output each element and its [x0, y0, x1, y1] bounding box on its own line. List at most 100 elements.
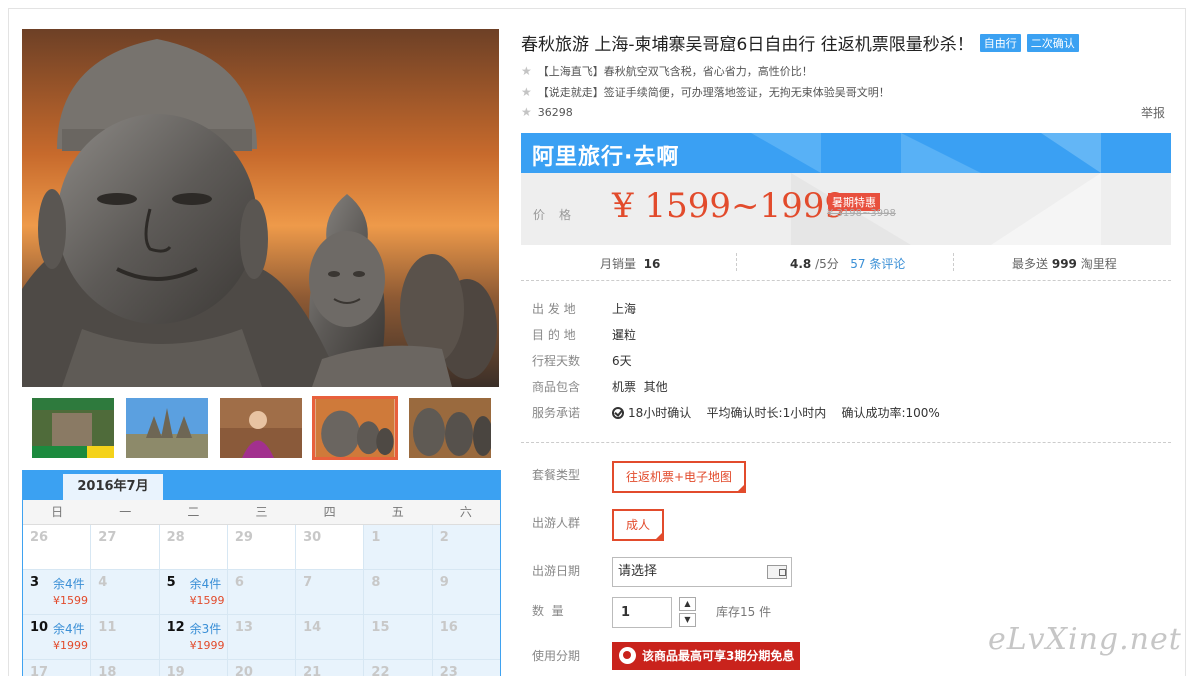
tag-free-travel: 自由行 — [979, 34, 1021, 52]
price-label: 价格 — [533, 208, 586, 222]
quantity-label: 数 量 — [532, 604, 564, 618]
thumbnail-stone-faces[interactable] — [312, 396, 398, 460]
divider — [521, 442, 1171, 443]
day-number: 6 — [234, 575, 244, 590]
day-number: 13 — [234, 620, 253, 635]
info-destination: 目 的 地暹粒 — [532, 328, 637, 342]
day-number: 16 — [439, 620, 458, 635]
calendar-day-available[interactable]: 5 余4件 ¥1599 — [159, 570, 228, 615]
thumbnail-strip — [22, 392, 499, 464]
watermark: eLvXing.net — [988, 622, 1182, 657]
weekday-label: 四 — [323, 505, 336, 519]
package-option-flight-map[interactable]: 往返机票+电子地图 — [612, 461, 747, 493]
day-number: 17 — [30, 665, 49, 676]
thumbnail-angkor-wat[interactable] — [126, 398, 208, 458]
calendar-header: 2016年7月 — [23, 470, 500, 500]
day-number: 1 — [371, 530, 381, 545]
weekday-label: 二 — [187, 505, 200, 519]
weekday-label: 六 — [459, 505, 472, 519]
day-stock: 余4件 — [53, 622, 85, 636]
installment-icon — [619, 647, 636, 664]
calendar-day: 30 — [296, 525, 365, 570]
view-count: ★ 36298 — [521, 105, 573, 119]
day-number: 29 — [234, 530, 253, 545]
report-link[interactable]: 举报 — [1141, 104, 1165, 121]
calendar-month-tab[interactable]: 2016年7月 — [63, 474, 163, 500]
calendar-day-available[interactable]: 10 余4件 ¥1999 — [23, 615, 92, 660]
monthly-sales: 月销量 16 — [600, 257, 661, 271]
day-number: 15 — [371, 620, 390, 635]
info-departure: 出 发 地上海 — [532, 302, 637, 316]
quantity-increase-button[interactable]: ▲ — [679, 597, 696, 611]
travel-date-input[interactable]: 请选择 — [612, 557, 792, 587]
installment-button[interactable]: 该商品最高可享3期分期免息 — [612, 642, 800, 670]
banner-text: 阿里旅行·去啊 — [532, 145, 680, 170]
travel-date-label: 出游日期 — [532, 564, 581, 578]
calendar-day: 26 — [23, 525, 92, 570]
calendar-day-available[interactable]: 3 余4件 ¥1599 — [23, 570, 92, 615]
calendar-day: 13 — [227, 615, 297, 660]
quantity-decrease-button[interactable]: ▼ — [679, 613, 696, 627]
calendar-day-available[interactable]: 12 余3件 ¥1999 — [159, 615, 228, 660]
calendar-day: 22 — [364, 660, 433, 676]
thumbnail-girl-in-purple[interactable] — [220, 398, 302, 458]
day-number: 2 — [439, 530, 449, 545]
calendar-day: 29 — [227, 525, 297, 570]
info-includes: 商品包含 机票 其他 — [532, 380, 668, 394]
calendar-day: 6 — [227, 570, 297, 615]
main-product-image — [22, 29, 499, 387]
info-service-promise: 服务承诺 18小时确认 平均确认时长:1小时内 确认成功率:100% — [532, 406, 940, 420]
day-number: 12 — [166, 620, 185, 635]
price-range: ¥ 1599~1999 — [612, 186, 846, 226]
day-price: ¥1999 — [189, 639, 225, 652]
day-price: ¥1599 — [53, 594, 88, 607]
calendar-icon[interactable] — [767, 565, 787, 579]
reviews-link[interactable]: 57 条评论 — [850, 257, 905, 271]
quantity-input[interactable]: 1 — [612, 597, 672, 628]
mileage-reward: 最多送 999 淘里程 — [1012, 257, 1117, 271]
calendar-day: 21 — [296, 660, 365, 676]
stock-count: 库存15 件 — [716, 605, 772, 619]
calendar-day: 9 — [432, 570, 500, 615]
day-number: 18 — [98, 665, 117, 676]
traveler-type-label: 出游人群 — [532, 516, 581, 530]
day-number: 8 — [371, 575, 381, 590]
day-number: 23 — [439, 665, 458, 676]
day-number: 21 — [303, 665, 322, 676]
check-icon — [612, 407, 624, 419]
sales-stats: 月销量 16 4.8 /5分 57 条评论 最多送 999 淘里程 — [521, 247, 1171, 281]
day-number: 5 — [166, 575, 176, 590]
day-price: ¥1599 — [189, 594, 225, 607]
day-price: ¥1999 — [53, 639, 88, 652]
calendar-week-row: 17 18 19 20 21 22 23 — [23, 660, 500, 676]
tag-second-confirm: 二次确认 — [1026, 34, 1079, 52]
price-box: 价格 ¥ 1599~1999 暑期特惠 ¥ 3198~3998 — [521, 173, 1171, 245]
divider — [953, 253, 954, 271]
calendar-day: 28 — [159, 525, 228, 570]
installment-label: 使用分期 — [532, 649, 581, 663]
feature-line-1: ★ 【上海直飞】春秋航空双飞含税，省心省力，高性价比！ — [521, 64, 813, 78]
day-number: 11 — [98, 620, 117, 635]
departure-calendar: 2016年7月 日一二三四五六 26 27 28 29 30 1 2 3 余4件 ¥1599 4 5 余… — [22, 470, 501, 676]
calendar-weekdays: 日一二三四五六 — [23, 500, 500, 525]
calendar-day: 15 — [364, 615, 433, 660]
thumbnail-bayon-temple[interactable] — [409, 398, 491, 458]
package-type-label: 套餐类型 — [532, 468, 581, 482]
star-icon: ★ — [521, 85, 532, 99]
calendar-day: 7 — [296, 570, 365, 615]
calendar-day: 18 — [91, 660, 160, 676]
calendar-week-row: 26 27 28 29 30 1 2 — [23, 525, 500, 570]
day-stock: 余4件 — [189, 577, 222, 591]
day-number: 22 — [371, 665, 390, 676]
calendar-day: 14 — [296, 615, 365, 660]
calendar-day: 27 — [91, 525, 160, 570]
thumbnail-jungle-temple[interactable] — [32, 398, 114, 458]
calendar-day: 17 — [23, 660, 92, 676]
traveler-option-adult[interactable]: 成人 — [612, 509, 665, 541]
star-icon: ★ — [521, 105, 532, 119]
weekday-label: 日 — [51, 505, 64, 519]
day-number: 19 — [166, 665, 185, 676]
day-number: 26 — [30, 530, 49, 545]
calendar-day: 8 — [364, 570, 433, 615]
day-number: 20 — [234, 665, 253, 676]
